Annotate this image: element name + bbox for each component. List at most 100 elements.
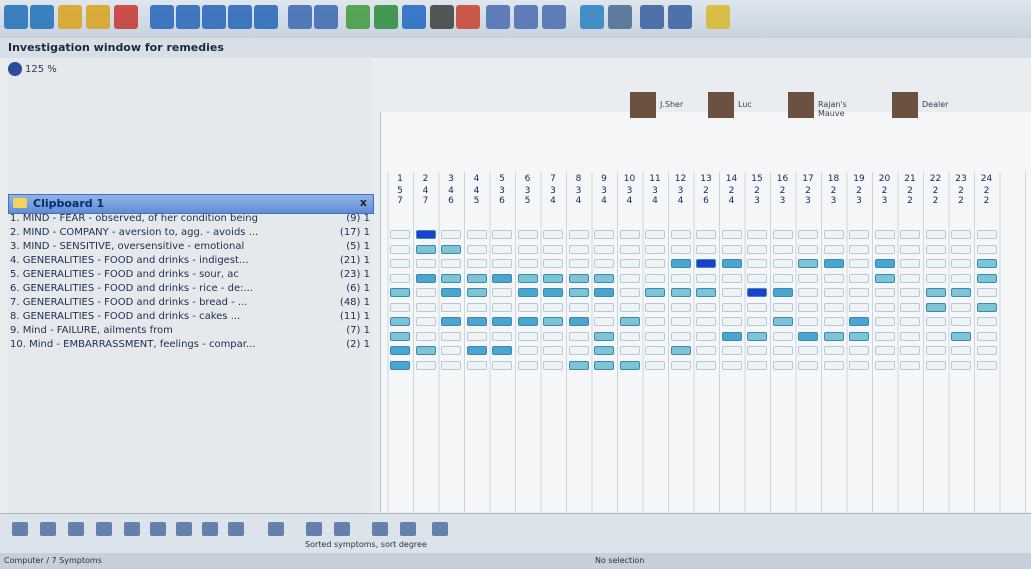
binoculars-icon[interactable] xyxy=(4,5,28,29)
grade-cell[interactable] xyxy=(466,360,487,370)
book1-icon[interactable] xyxy=(150,5,174,29)
grade-cell[interactable] xyxy=(721,244,742,254)
grade-cell[interactable] xyxy=(441,259,461,268)
grade-cell[interactable] xyxy=(670,331,691,341)
grade-cell[interactable] xyxy=(517,230,538,239)
grade-cell[interactable] xyxy=(594,273,614,283)
user-avatar[interactable] xyxy=(630,92,656,118)
grade-cell[interactable] xyxy=(925,317,946,326)
user-avatar[interactable] xyxy=(788,92,814,118)
filter-icon[interactable] xyxy=(68,522,84,536)
grade-cell[interactable] xyxy=(543,273,563,283)
clipboard-header[interactable]: Clipboard 1 x xyxy=(8,194,374,214)
grade-cell[interactable] xyxy=(951,331,971,341)
remedy-number[interactable]: 21 xyxy=(898,174,922,184)
grade-cell[interactable] xyxy=(645,230,665,239)
grade-cell[interactable] xyxy=(696,273,716,283)
grade-cell[interactable] xyxy=(798,244,818,254)
grade-cell[interactable] xyxy=(670,244,691,254)
grade-cell[interactable] xyxy=(568,244,589,254)
grade-cell[interactable] xyxy=(492,331,512,341)
grade-cell[interactable] xyxy=(976,302,997,312)
grade-cell[interactable] xyxy=(466,302,487,312)
grade-cell[interactable] xyxy=(798,317,818,326)
grade-cell[interactable] xyxy=(849,360,869,370)
grade-cell[interactable] xyxy=(747,288,767,297)
grade-cell[interactable] xyxy=(619,230,640,239)
grade-cell[interactable] xyxy=(721,273,742,283)
grade-cell[interactable] xyxy=(976,346,997,355)
grade-cell[interactable] xyxy=(874,230,895,239)
grade-cell[interactable] xyxy=(543,288,563,297)
grade-cell[interactable] xyxy=(900,331,920,341)
grade-cell[interactable] xyxy=(568,273,589,283)
grade-cell[interactable] xyxy=(543,346,563,355)
grade-cell[interactable] xyxy=(696,346,716,355)
grade-cell[interactable] xyxy=(696,230,716,239)
grade-cell[interactable] xyxy=(415,288,436,297)
grade-cell[interactable] xyxy=(721,360,742,370)
network1-icon[interactable] xyxy=(640,5,664,29)
grade-cell[interactable] xyxy=(619,244,640,254)
repertory2-icon[interactable] xyxy=(514,5,538,29)
repertory-icon[interactable] xyxy=(12,522,28,536)
grade-cell[interactable] xyxy=(925,302,946,312)
rubric-item[interactable]: 2. MIND - COMPANY - aversion to, agg. - … xyxy=(10,227,370,241)
sync-icon[interactable] xyxy=(402,5,426,29)
plant-icon[interactable] xyxy=(346,5,370,29)
grade-cell[interactable] xyxy=(849,259,869,268)
grade-cell[interactable] xyxy=(925,230,946,239)
grade-cell[interactable] xyxy=(517,360,538,370)
grade-cell[interactable] xyxy=(492,302,512,312)
remedy-number[interactable]: 10 xyxy=(618,174,642,184)
grade-cell[interactable] xyxy=(466,317,487,326)
grade-cell[interactable] xyxy=(900,259,920,268)
grade-cell[interactable] xyxy=(798,302,818,312)
grade-cell[interactable] xyxy=(390,244,410,254)
grade-cell[interactable] xyxy=(415,230,436,239)
grade-cell[interactable] xyxy=(568,346,589,355)
grade-cell[interactable] xyxy=(415,331,436,341)
grade-cell[interactable] xyxy=(441,244,461,254)
grade-cell[interactable] xyxy=(390,273,410,283)
grade-cell[interactable] xyxy=(874,360,895,370)
grade-cell[interactable] xyxy=(823,288,844,297)
remedy-number[interactable]: 6 xyxy=(516,174,540,184)
grade-cell[interactable] xyxy=(721,259,742,268)
remedy-number[interactable]: 1 xyxy=(388,174,412,184)
grade-cell[interactable] xyxy=(568,331,589,341)
grade-cell[interactable] xyxy=(415,302,436,312)
grade-cell[interactable] xyxy=(823,259,844,268)
grade-cell[interactable] xyxy=(415,244,436,254)
remedy-number[interactable]: 13 xyxy=(694,174,718,184)
grade-cell[interactable] xyxy=(390,346,410,355)
grade-cell[interactable] xyxy=(747,317,767,326)
grade-cell[interactable] xyxy=(798,288,818,297)
copy-icon[interactable] xyxy=(150,522,166,536)
grade-cell[interactable] xyxy=(517,302,538,312)
add-icon[interactable] xyxy=(96,522,112,536)
rubric-item[interactable]: 3. MIND - SENSITIVE, oversensitive - emo… xyxy=(10,241,370,255)
grade-cell[interactable] xyxy=(696,244,716,254)
delete-icon[interactable] xyxy=(202,522,218,536)
grade-cell[interactable] xyxy=(976,273,997,283)
grade-cell[interactable] xyxy=(849,230,869,239)
globe-icon[interactable] xyxy=(580,5,604,29)
grade-cell[interactable] xyxy=(721,317,742,326)
grade-cell[interactable] xyxy=(976,317,997,326)
grade-cell[interactable] xyxy=(670,346,691,355)
grade-cell[interactable] xyxy=(772,273,793,283)
grade-cell[interactable] xyxy=(415,360,436,370)
grade-cell[interactable] xyxy=(492,317,512,326)
grade-cell[interactable] xyxy=(874,273,895,283)
grade-cell[interactable] xyxy=(696,259,716,268)
grade-cell[interactable] xyxy=(466,273,487,283)
grade-cell[interactable] xyxy=(849,346,869,355)
grade-cell[interactable] xyxy=(823,230,844,239)
grade-cell[interactable] xyxy=(951,244,971,254)
chart-icon[interactable] xyxy=(288,5,312,29)
grade-cell[interactable] xyxy=(874,317,895,326)
repertory3-icon[interactable] xyxy=(542,5,566,29)
grade-cell[interactable] xyxy=(517,273,538,283)
grade-cell[interactable] xyxy=(517,346,538,355)
